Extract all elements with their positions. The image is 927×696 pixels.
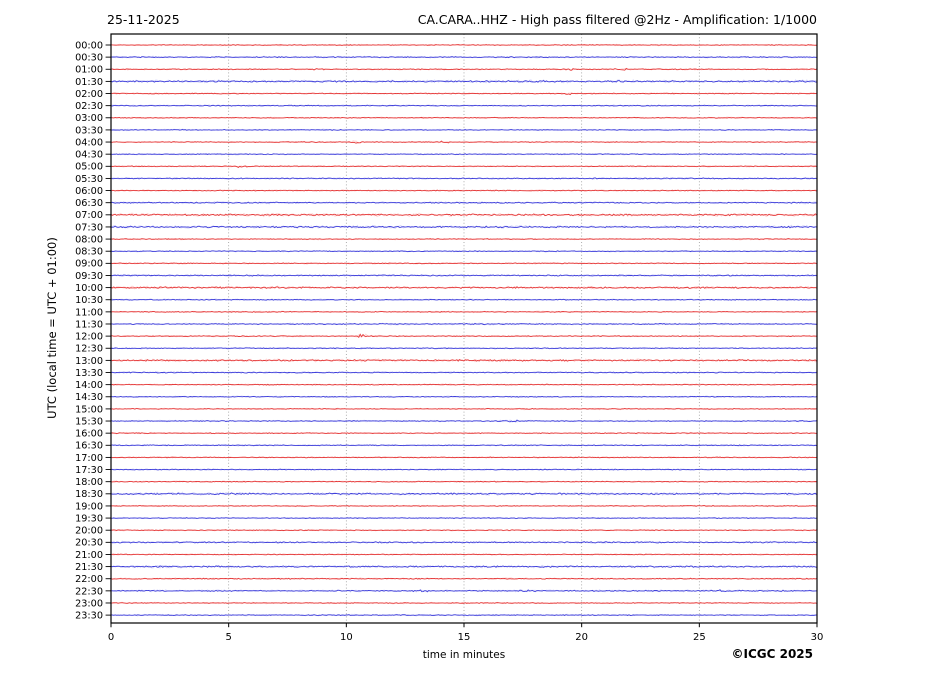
row-time-label: 23:30 [75,611,103,622]
row-time-label: 09:30 [75,271,103,282]
row-time-label: 08:30 [75,247,103,258]
row-time-label: 00:00 [75,40,103,51]
x-tick-label: 0 [108,632,114,643]
row-time-label: 15:00 [75,404,103,415]
row-time-label: 11:30 [75,319,103,330]
row-time-label: 23:00 [75,598,103,609]
row-time-label: 00:30 [75,53,103,64]
trace-21:00 [110,553,817,556]
row-time-label: 17:30 [75,465,103,476]
row-time-label: 05:00 [75,162,103,173]
trace-02:30 [110,104,817,107]
x-tick-label: 5 [225,632,231,643]
x-tick-label: 30 [811,632,824,643]
row-time-label: 18:30 [75,489,103,500]
row-time-label: 03:30 [75,125,103,136]
row-time-label: 03:00 [75,113,103,124]
row-time-label: 21:00 [75,550,103,561]
row-time-label: 12:00 [75,332,103,343]
x-tick-label: 10 [340,632,353,643]
trace-14:00 [110,383,817,386]
x-tick-label: 15 [458,632,471,643]
row-time-label: 20:30 [75,538,103,549]
trace-16:00 [110,432,817,435]
helicorder-plot: 00:00 00:3001:0001:3002:0002:3003:0003:30… [75,33,824,643]
row-time-label: 18:00 [75,477,103,488]
row-time-label: 20:00 [75,526,103,537]
row-time-label: 06:00 [75,186,103,197]
row-time-label: 11:00 [75,307,103,318]
row-time-label: 12:30 [75,344,103,355]
row-time-label: 15:30 [75,416,103,427]
row-time-label: 04:00 [75,137,103,148]
x-tick-label: 25 [693,632,706,643]
row-time-label: 08:00 [75,234,103,245]
trace-19:00 [110,505,817,507]
row-time-label: 22:30 [75,586,103,597]
row-time-label: 01:00 [75,65,103,76]
row-time-label: 13:30 [75,368,103,379]
row-time-label: 05:30 [75,174,103,185]
row-time-label: 02:30 [75,101,103,112]
row-time-label: 04:30 [75,150,103,161]
row-time-label: 17:00 [75,453,103,464]
row-time-label: 06:30 [75,198,103,209]
row-time-label: 19:00 [75,501,103,512]
row-time-label: 10:30 [75,295,103,306]
trace-13:30 [110,371,817,374]
row-time-label: 16:00 [75,429,103,440]
x-axis-label: time in minutes [422,649,506,661]
row-time-label: 21:30 [75,562,103,573]
row-time-label: 14:00 [75,380,103,391]
row-time-label: 22:00 [75,574,103,585]
row-time-label: 19:30 [75,513,103,524]
trace-03:30 [110,129,817,131]
copyright-credit: ©ICGC 2025 [731,647,813,661]
row-time-label: 14:30 [75,392,103,403]
row-time-label: 16:30 [75,441,103,452]
row-time-label: 02:00 [75,89,103,100]
row-time-label: 01:30 [75,77,103,88]
row-time-label: 13:00 [75,356,103,367]
helicorder-page: 25-11-2025 CA.CARA..HHZ - High pass filt… [0,0,927,696]
row-time-label: 10:00 [75,283,103,294]
row-time-label: 07:30 [75,222,103,233]
row-time-label: 07:00 [75,210,103,221]
x-tick-label: 20 [575,632,588,643]
row-time-label: 09:00 [75,259,103,270]
